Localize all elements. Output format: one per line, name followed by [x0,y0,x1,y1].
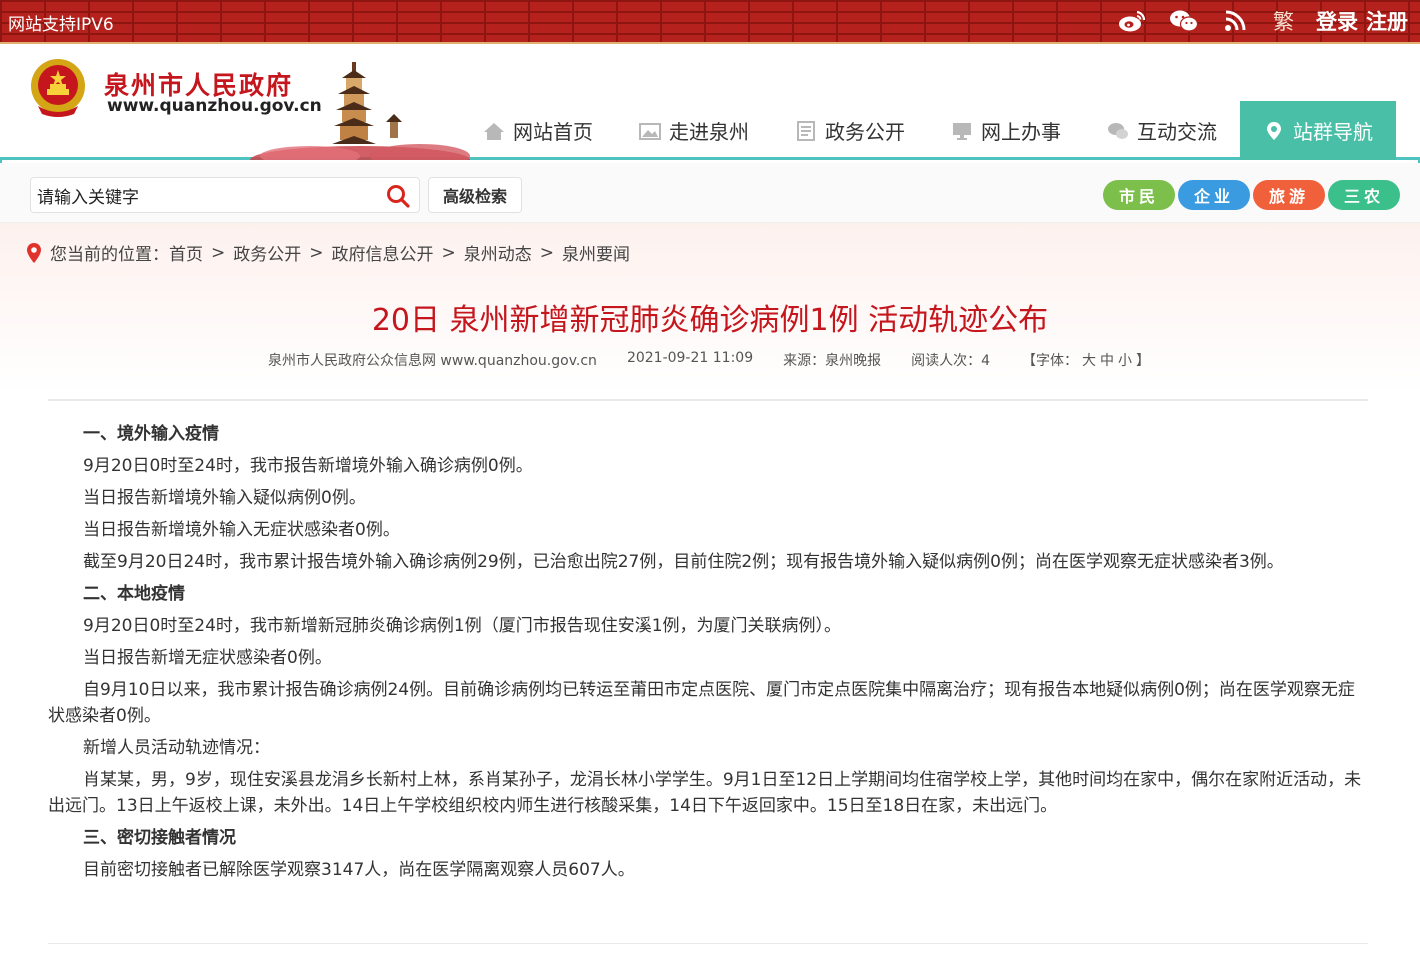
breadcrumb: 您当前的位置： 首页 > 政务公开 > 政府信息公开 > 泉州动态 > 泉州要闻 [26,240,630,265]
article-paragraph: 9月20日0时至24时，我市新增新冠肺炎确诊病例1例（厦门市报告现住安溪1例，为… [83,616,842,636]
meta-source-site: 泉州市人民政府公众信息网 www.quanzhou.gov.cn [267,353,597,369]
image-icon [639,122,661,140]
wechat-icon[interactable] [1169,7,1199,35]
nav-item-online-services[interactable]: 网上办事 [928,101,1084,160]
pagoda-illustration [250,62,470,160]
monitor-icon [953,122,971,140]
nav-label: 走进泉州 [669,120,749,144]
top-bar: 网站支持IPV6 繁 登录 注册 [0,0,1420,44]
article-paragraph: 当日报告新增境外输入无症状感染者0例。 [83,520,400,540]
article-paragraph: 当日报告新增无症状感染者0例。 [83,648,332,668]
article-paragraph: 肖某某，男，9岁，现住安溪县龙涓乡长新村上林，系肖某孙子，龙涓长林小学学生。9月… [48,770,1362,816]
breadcrumb-separator: > [539,242,554,263]
location-pin-icon [27,242,41,263]
nav-label: 网上办事 [981,120,1061,144]
article-body: 一、境外输入疫情 9月20日0时至24时，我市报告新增境外输入确诊病例0例。 当日报… [48,421,1368,889]
breadcrumb-link-news[interactable]: 泉州动态 [464,240,532,265]
nav-item-interaction[interactable]: 互动交流 [1084,101,1240,160]
article-title: 20日 泉州新增新冠肺炎确诊病例1例 活动轨迹公布 [371,303,1049,338]
top-tools: 繁 登录 注册 [1117,6,1408,36]
font-small-button[interactable]: 小 [1118,353,1132,369]
section-heading: 二、本地疫情 [83,584,185,604]
breadcrumb-separator: > [441,242,456,263]
article-meta: 泉州市人民政府公众信息网 www.quanzhou.gov.cn 2021-09… [0,350,1420,370]
section-heading: 一、境外输入疫情 [83,424,219,444]
login-link[interactable]: 登录 [1316,6,1358,36]
main-nav: 网站首页 走进泉州 政务公开 网上办事 互动交流 站群导航 [460,101,1396,160]
article-paragraph: 目前密切接触者已解除医学观察3147人，尚在医学隔离观察人员607人。 [83,860,635,880]
search-bar-row: 高级检索 市民 企业 旅游 三农 [0,163,1420,223]
font-size-suffix: 】 [1136,353,1151,369]
location-icon [1267,121,1281,140]
font-size-prefix: 【字体： [1022,353,1079,369]
nav-item-site-navigation[interactable]: 站群导航 [1240,101,1396,160]
title-divider [48,399,1368,401]
bottom-divider [48,943,1368,944]
article-paragraph: 截至9月20日24时，我市累计报告境外输入确诊病例29例，已治愈出院27例，目前… [83,552,1284,572]
rss-icon[interactable] [1221,7,1251,35]
breadcrumb-separator: > [309,242,324,263]
advanced-search-button[interactable]: 高级检索 [428,177,522,213]
pill-agriculture[interactable]: 三农 [1328,180,1400,210]
pill-tourism[interactable]: 旅游 [1253,180,1325,210]
search-box [30,177,420,213]
weibo-icon[interactable] [1117,7,1147,35]
meta-read-count: 阅读人次：4 [911,353,991,369]
pill-enterprise[interactable]: 企业 [1178,180,1250,210]
nav-label: 网站首页 [513,120,593,144]
register-link[interactable]: 注册 [1366,6,1408,36]
nav-item-about[interactable]: 走进泉州 [616,101,772,160]
nav-item-gov-affairs[interactable]: 政务公开 [772,101,928,160]
home-icon [484,122,504,140]
search-input[interactable] [37,183,367,207]
national-emblem-icon [31,59,85,117]
article-paragraph: 新增人员活动轨迹情况： [83,738,270,758]
font-medium-button[interactable]: 中 [1100,353,1114,369]
breadcrumb-separator: > [211,242,226,263]
breadcrumb-prefix: 您当前的位置： [50,245,169,265]
nav-label: 站群导航 [1293,120,1373,144]
article-paragraph: 当日报告新增境外输入疑似病例0例。 [83,488,366,508]
breadcrumb-link-home[interactable]: 首页 [169,240,203,265]
section-heading: 三、密切接触者情况 [83,828,236,848]
nav-label: 互动交流 [1137,120,1217,144]
nav-label: 政务公开 [825,120,905,144]
meta-datetime: 2021-09-21 11:09 [626,350,754,366]
font-size-switcher: 【字体：大中小】 [1020,350,1152,370]
breadcrumb-link-gov-info[interactable]: 政府信息公开 [332,240,434,265]
pill-citizen[interactable]: 市民 [1103,180,1175,210]
audience-pills: 市民 企业 旅游 三农 [1103,180,1400,210]
meta-source: 来源：泉州晚报 [783,353,882,369]
breadcrumb-link-headlines[interactable]: 泉州要闻 [562,240,630,265]
nav-item-home[interactable]: 网站首页 [460,101,616,160]
article-paragraph: 自9月10日以来，我市累计报告确诊病例24例。目前确诊病例均已转运至莆田市定点医… [48,680,1355,726]
document-icon [797,120,815,141]
site-header: 泉州市人民政府 www.quanzhou.gov.cn 网站首页 走进泉州 政务… [0,44,1420,160]
content-area: 您当前的位置： 首页 > 政务公开 > 政府信息公开 > 泉州动态 > 泉州要闻… [0,223,1420,965]
chat-icon [1108,122,1128,139]
breadcrumb-link-gov-affairs[interactable]: 政务公开 [233,240,301,265]
traditional-chinese-link[interactable]: 繁 [1273,6,1294,36]
search-icon[interactable] [385,183,411,209]
article-paragraph: 9月20日0时至24时，我市报告新增境外输入确诊病例0例。 [83,456,533,476]
ipv6-notice: 网站支持IPV6 [8,15,114,35]
font-large-button[interactable]: 大 [1082,353,1096,369]
